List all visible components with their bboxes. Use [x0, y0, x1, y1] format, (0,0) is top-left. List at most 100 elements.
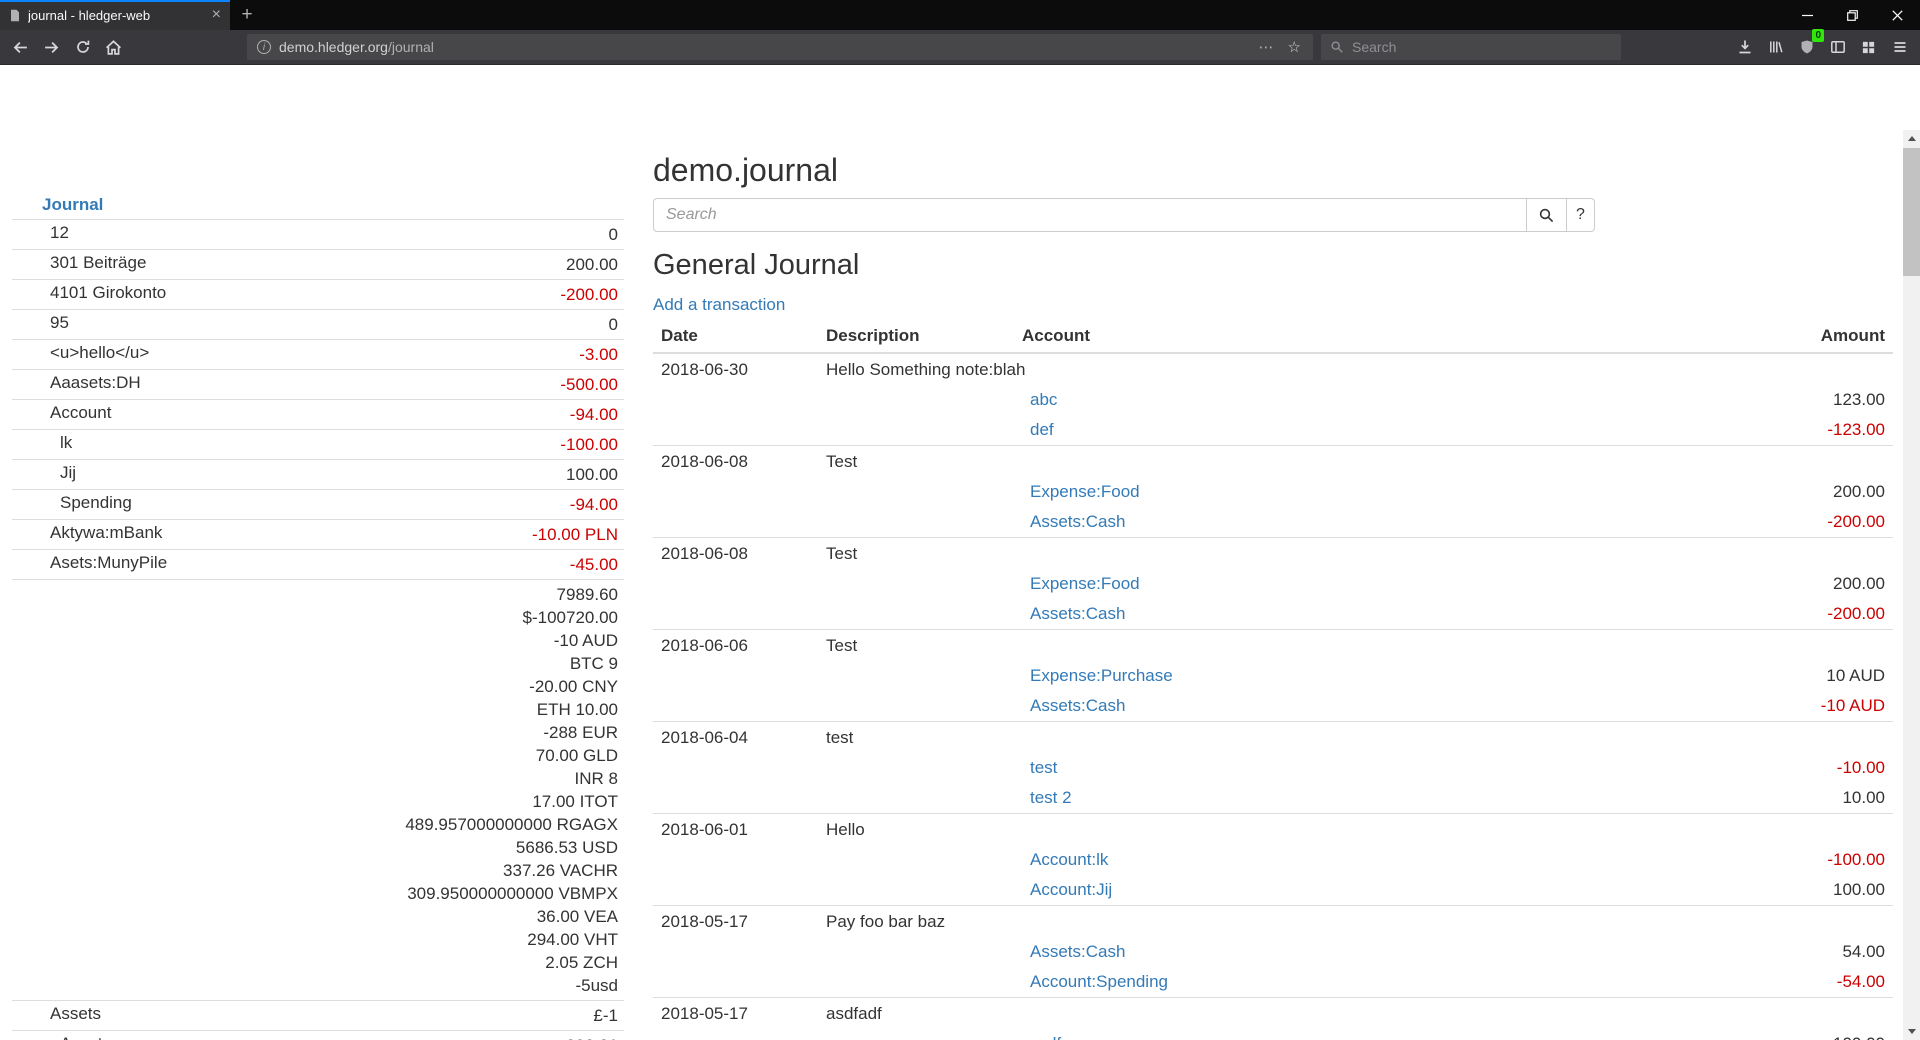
adblocker-icon[interactable]: 0 — [1791, 32, 1822, 62]
sidebar-account-link[interactable]: Account — [50, 403, 111, 422]
add-transaction-link[interactable]: Add a transaction — [653, 295, 785, 314]
sidebar-account-link[interactable]: Asset — [60, 1034, 103, 1040]
sidebar-amount: -20.00 CNY — [269, 675, 618, 698]
sidebar-amount: -94.00 — [269, 403, 618, 426]
sidebar-toggle-icon[interactable] — [1822, 32, 1853, 62]
sidebar-title: Journal — [12, 195, 624, 215]
sidebar-account-balance: 200.00 — [267, 250, 624, 280]
transaction: 2018-06-04 test test -10.00 test 2 10.00 — [653, 722, 1893, 814]
sidebar-account-link[interactable]: 301 Beiträge — [50, 253, 146, 272]
transaction: 2018-05-17 asdfadf ssdf 100.00 tttt -100… — [653, 998, 1893, 1040]
menu-icon[interactable] — [1884, 32, 1915, 62]
search-icon — [1538, 207, 1555, 224]
posting-account-link[interactable]: Expense:Food — [1030, 574, 1140, 593]
transaction-title-row: 2018-06-08 Test — [653, 538, 1893, 570]
sidebar-account-row: lk -100.00 — [12, 430, 624, 460]
posting-amount: 123.00 — [1714, 385, 1893, 415]
new-tab-button[interactable]: + — [230, 0, 264, 30]
page-scrollbar[interactable] — [1903, 130, 1920, 1040]
sidebar-account-link[interactable]: <u>hello</u> — [50, 343, 149, 362]
apps-grid-icon[interactable] — [1853, 32, 1884, 62]
back-icon[interactable] — [5, 32, 36, 62]
posting-account-link[interactable]: Assets:Cash — [1030, 512, 1125, 531]
journal-search-form: ? — [653, 198, 1893, 232]
browser-search-field[interactable]: Search — [1321, 34, 1621, 60]
posting-account-link[interactable]: test 2 — [1030, 788, 1072, 807]
search-help-button[interactable]: ? — [1567, 198, 1595, 232]
downloads-icon[interactable] — [1729, 32, 1760, 62]
empty-cell — [653, 753, 818, 783]
transaction: 2018-05-17 Pay foo bar baz Assets:Cash 5… — [653, 906, 1893, 998]
sidebar-account-link[interactable]: 95 — [50, 313, 69, 332]
empty-cell — [1714, 722, 1893, 754]
empty-cell — [1014, 630, 1714, 662]
window-restore-button[interactable] — [1830, 0, 1875, 30]
journal-search-button[interactable] — [1527, 198, 1567, 232]
sidebar-account-link[interactable]: 4101 Girokonto — [50, 283, 166, 302]
sidebar-account-link[interactable]: Asets:MunyPile — [50, 553, 167, 572]
reload-icon[interactable] — [67, 32, 98, 62]
journal-search-input[interactable] — [653, 198, 1527, 232]
posting-account-link[interactable]: Account:lk — [1030, 850, 1108, 869]
posting-amount: -200.00 — [1714, 507, 1893, 538]
sidebar-account-link[interactable]: Jij — [60, 463, 76, 482]
scrollbar-thumb[interactable] — [1903, 148, 1920, 276]
empty-cell — [653, 661, 818, 691]
transaction-description: Hello Something note:blah — [818, 353, 1014, 385]
sidebar-account-link[interactable]: Aktywa:mBank — [50, 523, 162, 542]
posting-account-link[interactable]: Account:Jij — [1030, 880, 1112, 899]
empty-cell — [653, 845, 818, 875]
sidebar-account-link[interactable]: 12 — [50, 223, 69, 242]
scrollbar-up-icon[interactable] — [1903, 130, 1920, 147]
sidebar-amount: 5686.53 USD — [269, 836, 618, 859]
library-icon[interactable] — [1760, 32, 1791, 62]
posting-account-link[interactable]: Expense:Food — [1030, 482, 1140, 501]
posting-account-link[interactable]: ssdf — [1030, 1034, 1061, 1040]
posting-account-link[interactable]: abc — [1030, 390, 1057, 409]
site-info-icon[interactable]: i — [257, 40, 271, 54]
posting-row: Account:Spending -54.00 — [653, 967, 1893, 998]
scrollbar-down-icon[interactable] — [1903, 1023, 1920, 1040]
transaction-description: Hello — [818, 814, 1014, 846]
window-close-button[interactable] — [1875, 0, 1920, 30]
posting-account-link[interactable]: Assets:Cash — [1030, 696, 1125, 715]
posting-row: Expense:Purchase 10 AUD — [653, 661, 1893, 691]
browser-tab[interactable]: journal - hledger-web × — [0, 0, 230, 30]
sidebar-account-link[interactable]: Aaasets:DH — [50, 373, 141, 392]
empty-cell — [1014, 998, 1714, 1030]
home-icon[interactable] — [98, 32, 129, 62]
sidebar-account-balance: £-1 — [267, 1001, 624, 1031]
empty-cell — [1014, 906, 1714, 938]
sidebar-amount: 7989.60 — [269, 583, 618, 606]
window-minimize-button[interactable] — [1785, 0, 1830, 30]
posting-account-link[interactable]: test — [1030, 758, 1057, 777]
page-content: Journal 12 0 301 Beiträge 200.00 4101 Gi… — [0, 65, 1920, 1040]
posting-account-link[interactable]: Expense:Purchase — [1030, 666, 1173, 685]
empty-cell — [1714, 353, 1893, 385]
posting-account-link[interactable]: Assets:Cash — [1030, 604, 1125, 623]
transaction-description: Test — [818, 446, 1014, 478]
posting-account-link[interactable]: Assets:Cash — [1030, 942, 1125, 961]
sidebar-account-link[interactable]: Spending — [60, 493, 132, 512]
url-domain: demo.hledger.org — [279, 39, 388, 55]
tab-close-icon[interactable]: × — [212, 7, 221, 23]
sidebar-account-balance: 7989.60$-100720.00-10 AUDBTC 9-20.00 CNY… — [267, 580, 624, 1001]
posting-row: Account:lk -100.00 — [653, 845, 1893, 875]
sidebar-account-link[interactable]: Assets — [50, 1004, 101, 1023]
sidebar-account-balance: 0 — [267, 220, 624, 250]
url-text[interactable]: demo.hledger.org/journal — [279, 39, 1247, 55]
page-actions-icon[interactable]: ⋯ — [1255, 38, 1278, 56]
sidebar-amount: BTC 9 — [269, 652, 618, 675]
posting-account-link[interactable]: def — [1030, 420, 1054, 439]
transaction-date: 2018-06-08 — [653, 538, 818, 570]
bookmark-star-icon[interactable]: ☆ — [1286, 38, 1303, 56]
sidebar-journal-link[interactable]: Journal — [42, 195, 103, 214]
transaction-description: asdfadf — [818, 998, 1014, 1030]
posting-account-link[interactable]: Account:Spending — [1030, 972, 1168, 991]
sidebar-amount: -10 AUD — [269, 629, 618, 652]
sidebar-account-link[interactable]: lk — [60, 433, 72, 452]
sidebar-account-row: 4101 Girokonto -200.00 — [12, 280, 624, 310]
forward-icon[interactable] — [36, 32, 67, 62]
empty-cell — [1014, 814, 1714, 846]
address-bar[interactable]: i demo.hledger.org/journal ⋯ ☆ — [247, 34, 1313, 60]
